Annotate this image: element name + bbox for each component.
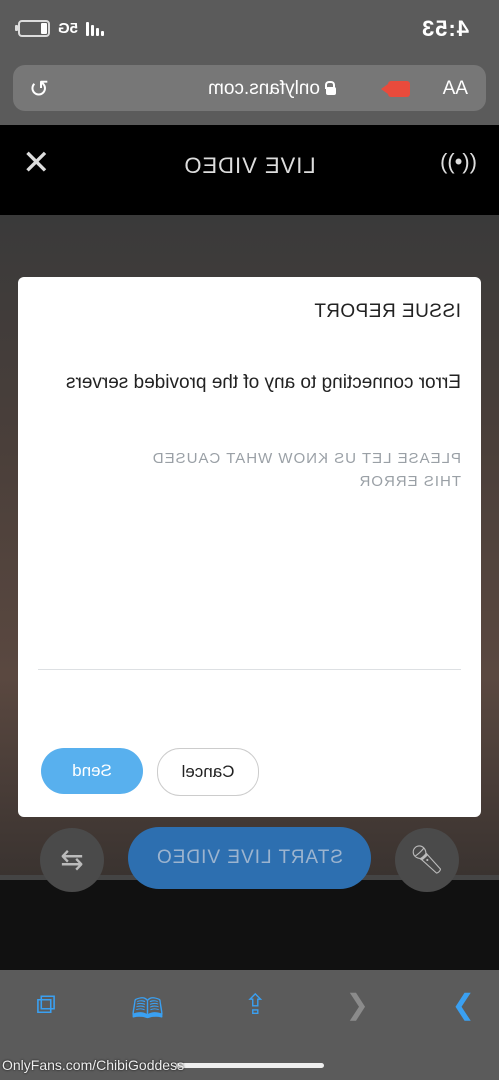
lock-icon	[326, 87, 336, 95]
share-icon[interactable]: ⇪	[244, 988, 267, 1021]
url-text: onlyfans.com	[208, 78, 320, 99]
input-underline	[38, 669, 461, 670]
start-live-video-button[interactable]: START LIVE VIDEO	[128, 827, 371, 889]
page-title: LIVE VIDEO	[183, 153, 316, 178]
status-indicators: 5G	[18, 20, 105, 37]
tabs-icon[interactable]: ⧉	[36, 988, 56, 1021]
camera-recording-icon[interactable]	[388, 81, 410, 97]
error-message: Error connecting to any of the provided …	[66, 372, 461, 393]
reload-icon[interactable]: ↻	[29, 75, 49, 104]
dialog-title: ISSUE REPORT	[313, 301, 461, 322]
signal-icon	[86, 21, 105, 36]
issue-report-dialog: ISSUE REPORT Error connecting to any of …	[18, 277, 481, 817]
close-icon[interactable]: ✕	[22, 143, 51, 183]
send-button[interactable]: Send	[41, 748, 143, 794]
battery-icon	[18, 20, 50, 37]
microphone-icon: 🎤︎	[409, 844, 445, 875]
app-header: ((•)) LIVE VIDEO ✕	[0, 125, 499, 215]
address-bar[interactable]: AA onlyfans.com ↻	[13, 65, 486, 111]
switch-camera-button[interactable]: ⇄	[40, 828, 104, 892]
cancel-button[interactable]: Cancel	[157, 748, 259, 796]
status-bar: 4:53 5G	[0, 0, 499, 60]
bookmarks-icon[interactable]: 🕮︎	[131, 988, 164, 1036]
screen: 4:53 5G AA onlyfans.com ↻ ((•)) LIVE VID…	[0, 0, 499, 1080]
live-controls: 🎤︎ START LIVE VIDEO ⇄	[0, 825, 499, 895]
issue-description-input[interactable]: PLEASE LET US KNOW WHAT CAUSED THIS ERRO…	[121, 447, 461, 493]
forward-icon[interactable]: ❯	[452, 988, 475, 1021]
network-type: 5G	[58, 20, 79, 37]
microphone-button[interactable]: 🎤︎	[395, 828, 459, 892]
switch-camera-icon: ⇄	[60, 844, 84, 875]
text-size-button[interactable]: AA	[443, 78, 468, 100]
url-display[interactable]: onlyfans.com	[208, 78, 336, 100]
watermark: OnlyFans.com/ChibiGoddess	[2, 1057, 185, 1073]
clock: 4:53	[420, 16, 469, 41]
back-icon[interactable]: ❮	[346, 988, 369, 1021]
home-indicator	[176, 1063, 324, 1068]
browser-chrome: AA onlyfans.com ↻	[0, 60, 499, 125]
